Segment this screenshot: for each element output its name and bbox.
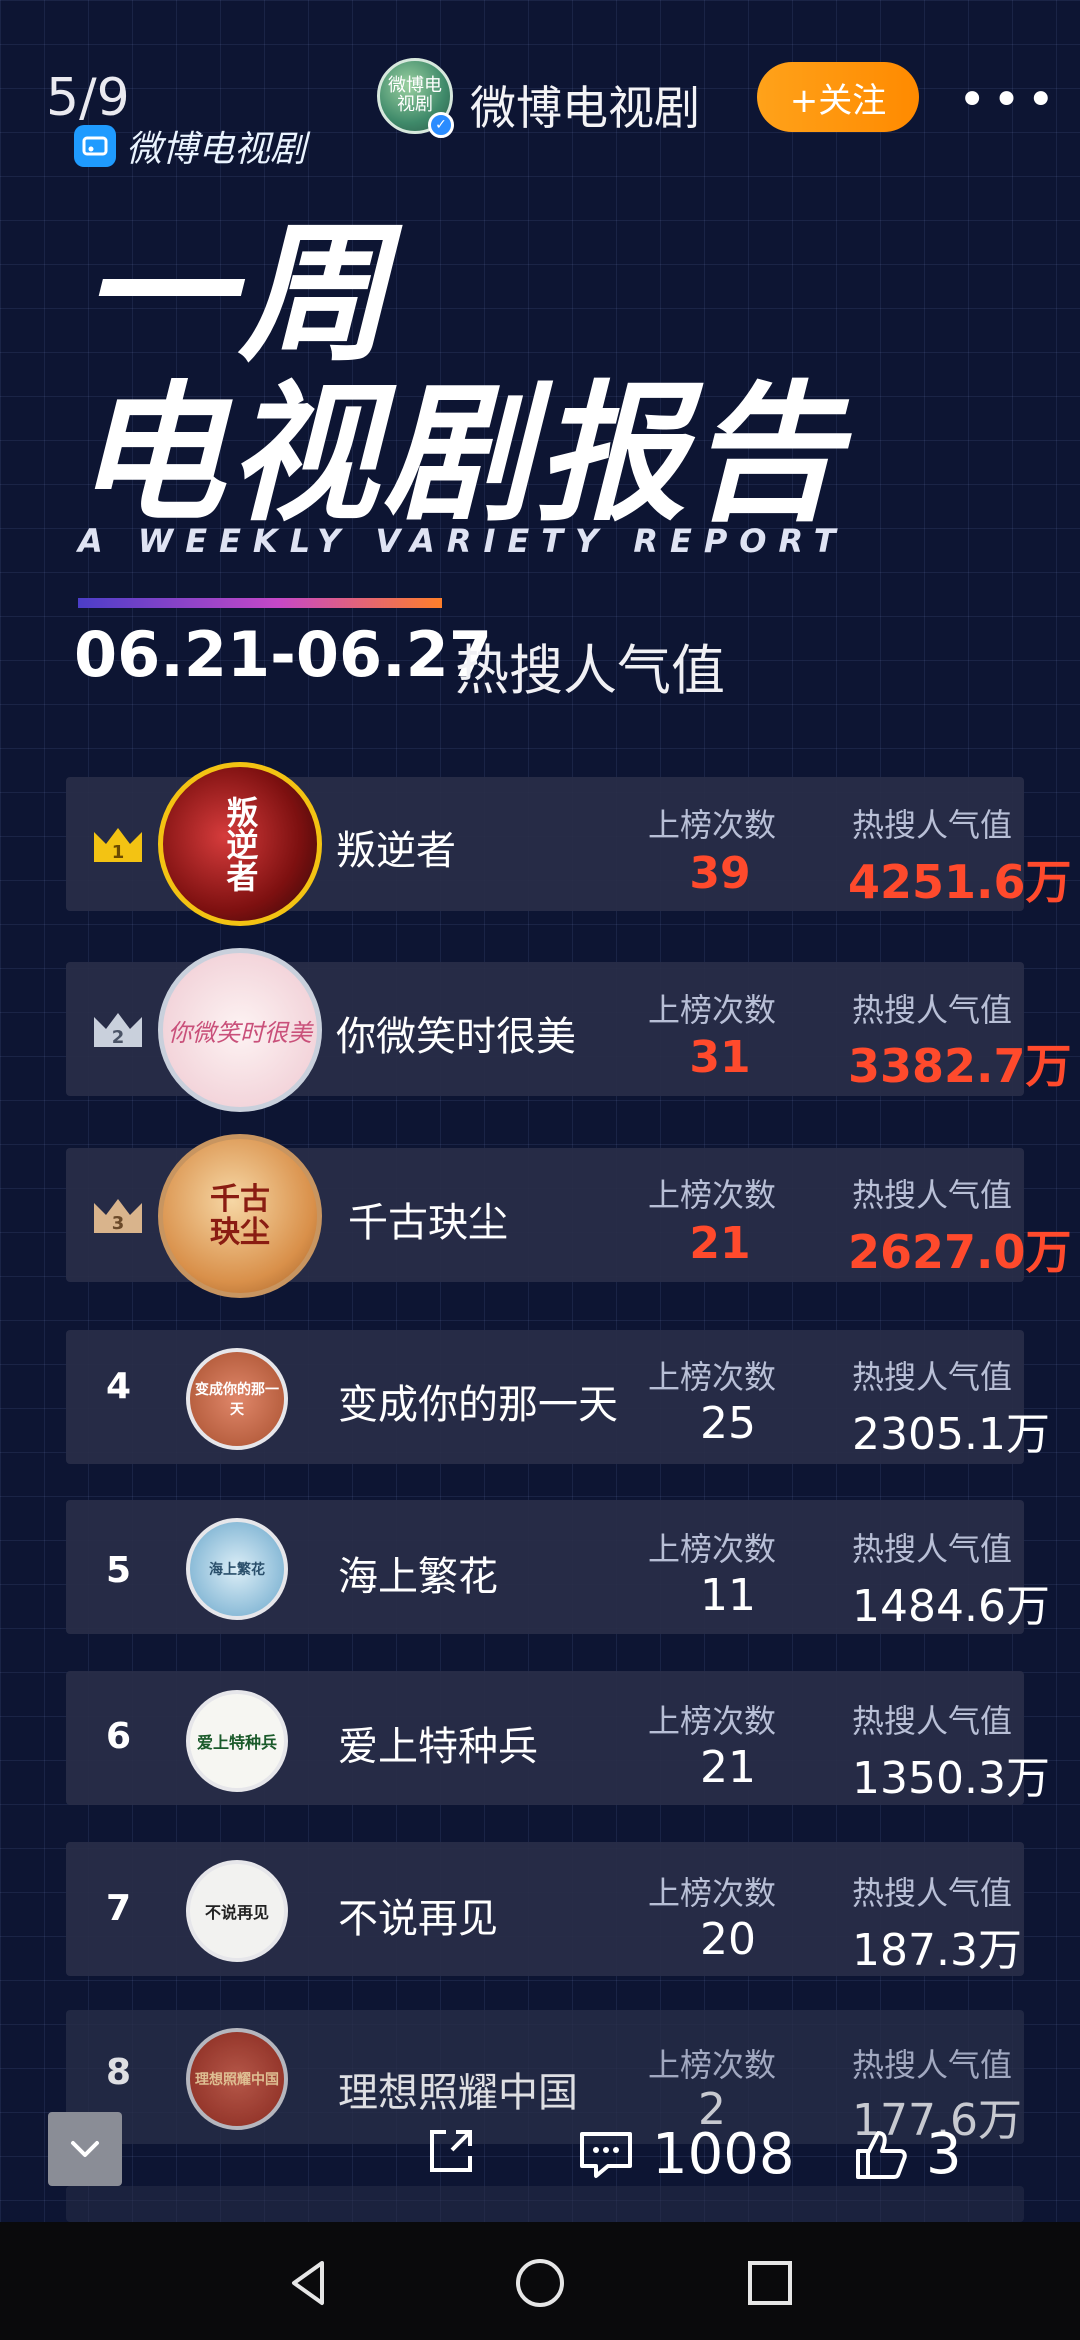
count-label: 上榜次数 <box>648 1702 777 1740</box>
count-value: 20 <box>700 1914 756 1965</box>
rank-number: 2 <box>112 1027 125 1048</box>
heat-label: 热搜人气值 <box>852 991 1013 1029</box>
show-name[interactable]: 变成你的那一天 <box>338 1372 618 1430</box>
count-label: 上榜次数 <box>648 2046 777 2084</box>
count-label: 上榜次数 <box>648 1358 777 1396</box>
show-poster[interactable]: 不说再见 <box>186 1860 288 1962</box>
count-label: 上榜次数 <box>648 1530 777 1568</box>
poster-text: 叛逆者 <box>221 796 260 892</box>
show-name[interactable]: 理想照耀中国 <box>338 2060 578 2118</box>
show-poster[interactable]: 千古玦尘 <box>158 1134 322 1298</box>
poster-text: 理想照耀中国 <box>195 2072 279 2088</box>
heat-value: 187.3万 <box>852 1925 1022 1976</box>
comment-button[interactable]: 1008 <box>578 2122 795 2187</box>
heat-label: 热搜人气值 <box>852 1702 1013 1740</box>
account-name[interactable]: 微博电视剧 <box>470 72 700 138</box>
count-value: 21 <box>689 1218 751 1269</box>
rank-number: 3 <box>112 1213 125 1234</box>
collapse-button[interactable] <box>48 2112 122 2186</box>
rank-row-partial <box>66 2186 1024 2222</box>
heat-label: 热搜人气值 <box>852 1358 1013 1396</box>
brand-logo: 微博电视剧 <box>74 122 306 170</box>
count-label: 上榜次数 <box>648 991 777 1029</box>
recents-icon[interactable] <box>742 2255 798 2311</box>
poster-text: 千古玦尘 <box>210 1182 270 1250</box>
bronze-crown-icon: 3 <box>94 1199 142 1234</box>
back-icon[interactable] <box>282 2255 338 2311</box>
count-value: 31 <box>689 1032 751 1083</box>
poster-text: 海上繁花 <box>209 1562 265 1578</box>
show-name[interactable]: 海上繁花 <box>338 1544 498 1602</box>
account-avatar-text: 微博电视剧 <box>388 75 442 115</box>
rank-number: 4 <box>106 1366 132 1407</box>
heat-value: 1484.6万 <box>852 1581 1050 1632</box>
heat-label: 热搜人气值 <box>852 1176 1013 1214</box>
date-label: 热搜人气值 <box>455 639 725 702</box>
poster-text: 变成你的那一天 <box>195 1382 279 1418</box>
show-poster[interactable]: 爱上特种兵 <box>186 1690 288 1792</box>
heat-label: 热搜人气值 <box>852 1530 1013 1568</box>
show-name[interactable]: 爱上特种兵 <box>338 1714 538 1772</box>
count-value: 39 <box>689 848 751 899</box>
comment-count: 1008 <box>652 2122 795 2187</box>
show-poster[interactable]: 叛逆者 <box>158 762 322 926</box>
show-name[interactable]: 你微笑时很美 <box>336 1004 576 1062</box>
home-icon[interactable] <box>512 2255 568 2311</box>
count-label: 上榜次数 <box>648 1176 777 1214</box>
like-count: 3 <box>926 2122 962 2187</box>
tv-icon <box>74 125 116 167</box>
comment-icon <box>580 2131 632 2178</box>
show-name[interactable]: 千古玦尘 <box>348 1190 508 1248</box>
count-label: 上榜次数 <box>648 1874 777 1912</box>
report-subtitle: A WEEKLY VARIETY REPORT <box>78 522 848 560</box>
heat-value: 4251.6万 <box>848 855 1072 909</box>
chevron-down-icon <box>71 2141 99 2157</box>
count-value: 25 <box>700 1398 756 1449</box>
show-name[interactable]: 叛逆者 <box>336 818 456 876</box>
heat-value: 2627.0万 <box>848 1225 1072 1279</box>
count-value: 21 <box>700 1742 756 1793</box>
gold-crown-icon: 1 <box>94 828 142 863</box>
rank-number: 5 <box>106 1550 132 1591</box>
like-icon <box>856 2130 907 2179</box>
report-title-line1: 一周 <box>82 208 395 382</box>
rank-number: 8 <box>106 2052 132 2093</box>
rank-number: 6 <box>106 1716 132 1757</box>
date-range: 06.21-06.27 <box>74 618 492 691</box>
follow-button[interactable]: +关注 <box>757 62 919 132</box>
poster-text: 你微笑时很美 <box>168 1018 312 1047</box>
share-icon <box>430 2130 472 2172</box>
like-button[interactable]: 3 <box>852 2122 962 2187</box>
count-label: 上榜次数 <box>648 806 777 844</box>
count-value: 11 <box>700 1570 756 1621</box>
poster-text: 不说再见 <box>204 1903 269 1922</box>
heat-value: 3382.7万 <box>848 1039 1072 1093</box>
silver-crown-icon: 2 <box>94 1013 142 1048</box>
more-options-button[interactable]: ••• <box>958 72 1061 128</box>
show-poster[interactable]: 海上繁花 <box>186 1518 288 1620</box>
show-name[interactable]: 不说再见 <box>338 1886 498 1944</box>
heat-label: 热搜人气值 <box>852 806 1013 844</box>
accent-bar <box>78 598 442 608</box>
brand-name: 微博电视剧 <box>126 129 307 170</box>
show-poster[interactable]: 你微笑时很美 <box>158 948 322 1112</box>
show-poster[interactable]: 理想照耀中国 <box>186 2028 288 2130</box>
heat-value: 2305.1万 <box>852 1409 1050 1460</box>
rank-number: 7 <box>106 1888 132 1929</box>
heat-value: 1350.3万 <box>852 1753 1050 1804</box>
poster-text: 爱上特种兵 <box>196 1733 277 1752</box>
heat-label: 热搜人气值 <box>852 2046 1013 2084</box>
rank-number: 1 <box>112 842 125 863</box>
share-button[interactable] <box>424 2124 478 2178</box>
report-title-line2: 电视剧报告 <box>74 368 845 542</box>
show-poster[interactable]: 变成你的那一天 <box>186 1348 288 1450</box>
verified-icon: ✓ <box>428 112 454 138</box>
heat-label: 热搜人气值 <box>852 1874 1013 1912</box>
image-counter: 5/9 <box>46 68 130 128</box>
